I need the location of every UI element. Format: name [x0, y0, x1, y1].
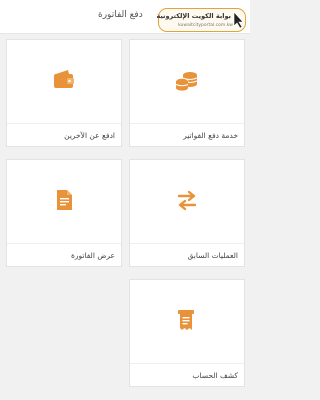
logo-arabic-text: بوابة الكويت الإلكترونية [156, 12, 231, 20]
transfer-arrows-icon [177, 190, 197, 211]
logo-english-text: kuwaitcityportal.com.kw [178, 23, 233, 28]
card-divider [130, 243, 244, 244]
card-label: كشف الحساب [192, 371, 238, 380]
card-divider [7, 243, 121, 244]
receipt-statement-icon [178, 310, 194, 330]
invoice-document-icon [57, 190, 72, 210]
card-label: العمليات السابق [187, 251, 239, 260]
card-divider [130, 123, 244, 124]
card-divider [7, 123, 121, 124]
card-divider [130, 363, 244, 364]
wallet-icon [54, 70, 74, 88]
page-title: دفع الفاتورة [98, 10, 143, 20]
card-label: خدمة دفع الفواتير [183, 131, 238, 140]
card-label: ادفع عن الآخرين [64, 131, 115, 140]
card-bill-payment-service[interactable]: خدمة دفع الفواتير [129, 39, 245, 147]
kuwait-portal-logo[interactable]: بوابة الكويت الإلكترونية kuwaitcityporta… [156, 8, 246, 32]
card-account-statement[interactable]: كشف الحساب [129, 279, 245, 387]
cursor-arrow-icon [233, 11, 244, 29]
card-view-invoice[interactable]: عرض الفاتورة [6, 159, 122, 267]
card-pay-for-others[interactable]: ادفع عن الآخرين [6, 39, 122, 147]
card-previous-transactions[interactable]: العمليات السابق [129, 159, 245, 267]
top-bar: دفع الفاتورة بوابة الكويت الإلكترونية ku… [0, 0, 250, 34]
coins-stack-icon [175, 72, 198, 91]
card-label: عرض الفاتورة [70, 251, 115, 260]
